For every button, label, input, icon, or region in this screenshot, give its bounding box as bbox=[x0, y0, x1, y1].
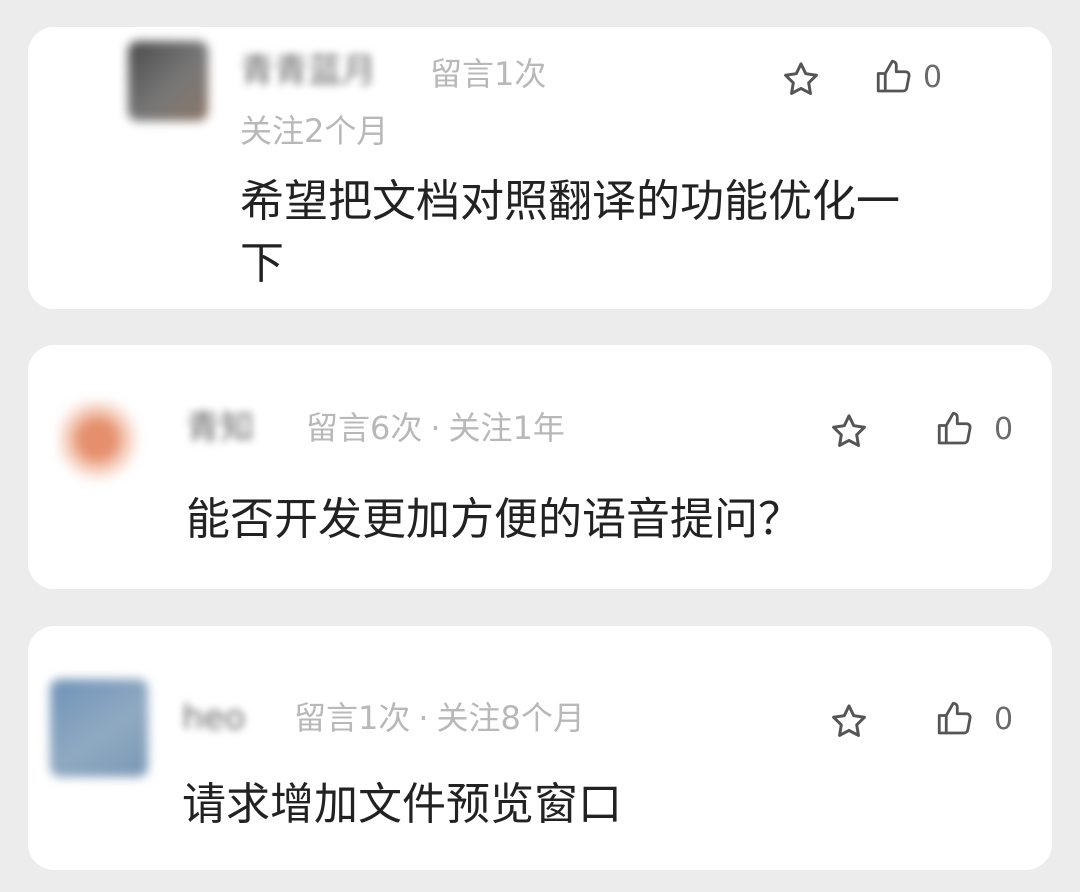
avatar[interactable] bbox=[128, 41, 208, 121]
follow-duration: 关注8个月 bbox=[436, 699, 585, 737]
comment-card: heo 留言1次 · 关注8个月 0 请求增加文件预览窗口 bbox=[28, 626, 1052, 870]
message-count: 留言1次 bbox=[430, 55, 547, 93]
star-icon[interactable] bbox=[828, 411, 870, 453]
message-count: 留言6次 · 关注1年 bbox=[306, 408, 565, 448]
comment-text-continued: 下 bbox=[240, 238, 284, 289]
avatar[interactable] bbox=[50, 679, 148, 777]
comment-text: 希望把文档对照翻译的功能优化一 bbox=[240, 176, 900, 227]
follow-duration: 关注1年 bbox=[448, 409, 565, 447]
comment-card: 青青蓝月 留言1次 关注2个月 0 希望把文档对照翻译的功能优化一 下 bbox=[28, 27, 1052, 309]
avatar[interactable] bbox=[58, 400, 140, 482]
star-icon[interactable] bbox=[780, 59, 822, 101]
comment-card: 青知 留言6次 · 关注1年 0 能否开发更加方便的语音提问？ bbox=[28, 345, 1052, 589]
username[interactable]: 青青蓝月 bbox=[240, 51, 376, 91]
star-icon[interactable] bbox=[828, 701, 870, 743]
comment-text: 能否开发更加方便的语音提问？ bbox=[186, 494, 802, 545]
thumbs-up-icon[interactable] bbox=[873, 56, 915, 98]
thumbs-up-icon[interactable] bbox=[934, 408, 976, 450]
follow-duration: 关注2个月 bbox=[240, 112, 389, 150]
comment-text: 请求增加文件预览窗口 bbox=[182, 779, 622, 830]
message-count-value: 留言1次 bbox=[294, 699, 411, 737]
message-count-value: 留言6次 bbox=[306, 409, 423, 447]
meta-separator: · bbox=[430, 409, 441, 447]
like-count: 0 bbox=[923, 60, 943, 95]
message-count: 留言1次 · 关注8个月 bbox=[294, 698, 585, 738]
like-count: 0 bbox=[994, 412, 1014, 447]
like-count: 0 bbox=[994, 702, 1014, 737]
thumbs-up-icon[interactable] bbox=[934, 698, 976, 740]
username[interactable]: heo bbox=[182, 698, 245, 738]
username[interactable]: 青知 bbox=[186, 408, 254, 448]
meta-separator: · bbox=[418, 699, 429, 737]
